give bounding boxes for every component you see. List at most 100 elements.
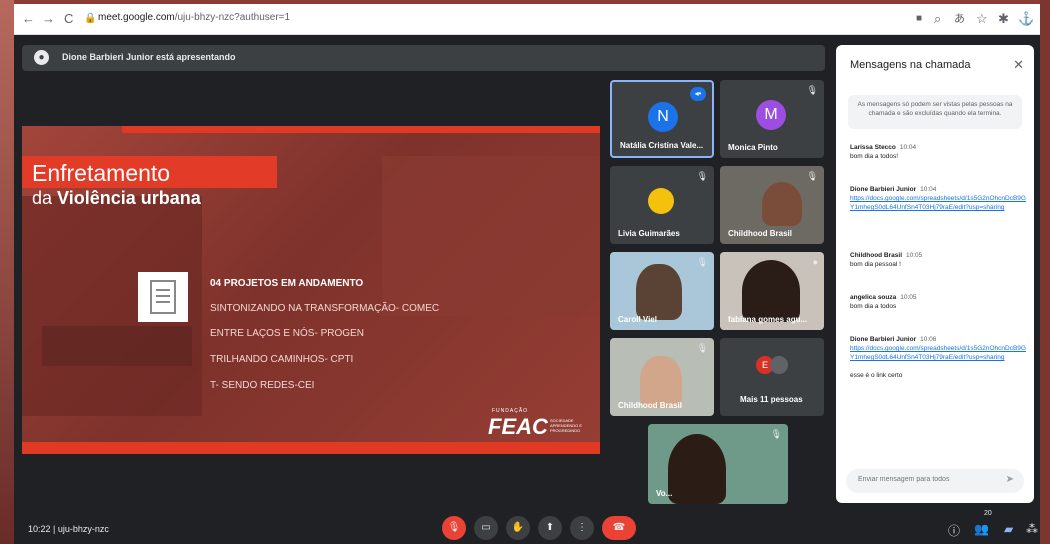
participant-tile[interactable]: 🎙 Livia Guimarães xyxy=(610,166,714,244)
chat-message: Dione Barbieri Junior 10:06 https://docs.… xyxy=(850,335,1026,380)
mic-muted-icon: 🎙 xyxy=(770,429,782,439)
self-view-tile[interactable]: 🎙 Vo... xyxy=(648,424,788,504)
meeting-info: 10:22 | uju-bhzy-nzc xyxy=(28,524,109,534)
camera-icon[interactable]: ■ xyxy=(916,11,922,27)
chat-input-box[interactable]: ➤ xyxy=(846,469,1024,493)
raise-hand-button[interactable]: ✋ xyxy=(506,516,530,540)
participant-tile[interactable]: 🎙 Childhood Brasil xyxy=(610,338,714,416)
avatar: N xyxy=(648,102,678,132)
feac-logo: FUNDAÇÃO FEAC SOCIEDADE APRENDENDO E PRO… xyxy=(474,408,594,442)
avatar xyxy=(648,188,674,214)
participant-tile[interactable]: 🎙 M Monica Pinto xyxy=(720,80,824,158)
url-host: meet.google.com xyxy=(98,12,175,23)
presenting-banner: ● Dione Barbieri Junior está apresentand… xyxy=(22,45,825,71)
avatar: M xyxy=(756,100,786,130)
message-sender: Dione Barbieri Junior xyxy=(850,186,917,193)
chat-input[interactable] xyxy=(856,475,1000,484)
participant-video xyxy=(762,182,802,226)
document-icon xyxy=(150,280,176,314)
participant-video xyxy=(668,434,726,504)
participant-name: fabiana gomes agu... xyxy=(728,315,808,324)
close-icon[interactable]: ✕ xyxy=(1013,57,1024,73)
participant-name: Vo... xyxy=(656,489,673,498)
slide-subtitle: da Violência urbana xyxy=(32,188,201,209)
message-time: 10:04 xyxy=(899,144,917,151)
lock-icon[interactable]: 🔒 xyxy=(84,11,96,27)
message-text: bom dia a todos! xyxy=(850,153,899,160)
send-icon[interactable]: ➤ xyxy=(1006,474,1014,485)
forward-icon[interactable]: → xyxy=(42,11,55,27)
message-time: 10:05 xyxy=(900,294,917,301)
participant-tile[interactable]: ● fabiana gomes agu... xyxy=(720,252,824,330)
message-time: 10:04 xyxy=(920,186,937,193)
mic-off-button[interactable]: 🎙 xyxy=(442,516,466,540)
presenting-text: Dione Barbieri Junior está apresentando xyxy=(62,52,236,62)
project-item: SINTONIZANDO NA TRANSFORMAÇÃO- COMEC xyxy=(210,303,440,314)
speaking-indicator-icon: ◂• xyxy=(690,87,706,101)
chat-message: angelica souza 10:05 bom dia a todos xyxy=(850,293,1026,311)
more-participants-tile[interactable]: E Mais 11 pessoas xyxy=(720,338,824,416)
camera-icon: ▭ xyxy=(481,522,491,533)
profile-icon[interactable]: ⚓ xyxy=(1018,11,1034,27)
browser-window: ← → C 🔒 meet.google.com/uju-bhzy-nzc?aut… xyxy=(14,4,1040,544)
more-participants-label: Mais 11 pessoas xyxy=(740,395,803,404)
logo-side-text: SOCIEDADE APRENDENDO E PROGREDINDO xyxy=(550,418,583,433)
message-link[interactable]: https://docs.google.com/spreadsheets/d/1… xyxy=(850,195,1026,211)
participant-name: Childhood Brasil xyxy=(618,401,682,410)
avatar xyxy=(770,356,788,374)
leave-call-button[interactable]: ☎ xyxy=(602,516,636,540)
participant-count: 20 xyxy=(984,510,992,517)
meeting-controls-bar: 10:22 | uju-bhzy-nzc 🎙 ▭ ✋ ⬆ ⋮ ☎ ⓘ 👥 20 … xyxy=(14,508,1040,544)
activities-icon[interactable]: ⁂ xyxy=(1026,522,1038,536)
chat-icon[interactable]: ▰ xyxy=(1004,522,1013,536)
chat-message: Larissa Stecco 10:04 bom dia a todos! xyxy=(850,143,1026,161)
participant-tile[interactable]: 🎙 Childhood Brasil xyxy=(720,166,824,244)
logo-main-text: FEAC xyxy=(488,414,548,439)
bookmark-star-icon[interactable]: ☆ xyxy=(976,11,988,27)
chat-title: Mensagens na chamada xyxy=(850,59,971,71)
zoom-icon[interactable]: ⌕ xyxy=(934,11,941,27)
reload-icon[interactable]: C xyxy=(64,11,73,27)
present-button[interactable]: ⬆ xyxy=(538,516,562,540)
chat-panel: Mensagens na chamada ✕ As mensagens só p… xyxy=(836,45,1034,503)
message-text: esse é o link certo xyxy=(850,372,903,379)
participant-video xyxy=(636,264,682,320)
mic-muted-icon: 🎙 xyxy=(696,257,708,267)
address-bar[interactable]: meet.google.com/uju-bhzy-nzc?authuser=1 xyxy=(98,12,290,23)
extension-icon[interactable]: ✱ xyxy=(998,11,1009,27)
message-sender: Childhood Brasil xyxy=(850,252,902,259)
people-icon[interactable]: 👥 xyxy=(974,522,989,536)
message-link[interactable]: https://docs.google.com/spreadsheets/d/1… xyxy=(850,345,1026,361)
camera-button[interactable]: ▭ xyxy=(474,516,498,540)
document-tile xyxy=(138,272,188,322)
more-options-button[interactable]: ⋮ xyxy=(570,516,594,540)
slide-subtitle-prefix: da xyxy=(32,188,58,208)
translate-icon[interactable]: あ xyxy=(954,11,965,27)
back-icon[interactable]: ← xyxy=(22,11,35,27)
participant-tile[interactable]: ◂• N Natália Cristina Vale... xyxy=(610,80,714,158)
info-separator: | xyxy=(53,524,56,534)
present-icon: ⬆ xyxy=(545,522,555,533)
url-path: /uju-bhzy-nzc?authuser=1 xyxy=(174,12,291,23)
presentation-slide: Enfretamento da Violência urbana 04 PROJ… xyxy=(22,126,600,454)
slide-subtitle-bold: Violência urbana xyxy=(57,188,201,208)
slide-photo-bg xyxy=(382,156,600,316)
meeting-time: 10:22 xyxy=(28,524,51,534)
message-sender: Larissa Stecco xyxy=(850,144,896,151)
message-text: bom dia a todos xyxy=(850,303,897,310)
chat-info-note: As mensagens só podem ser vistas pelas p… xyxy=(848,95,1022,129)
presenter-avatar-icon: ● xyxy=(34,50,49,65)
info-icon[interactable]: ⓘ xyxy=(948,522,960,539)
message-sender: Dione Barbieri Junior xyxy=(850,336,917,343)
mic-muted-icon: 🎙 xyxy=(696,171,708,181)
more-vert-icon: ⋮ xyxy=(577,522,587,533)
project-item: T- SENDO REDES-CEI xyxy=(210,380,315,391)
hangup-icon: ☎ xyxy=(612,522,626,533)
chat-message: Childhood Brasil 10:05 bom dia pessoal ! xyxy=(850,251,1026,269)
chat-message: Dione Barbieri Junior 10:04 https://docs.… xyxy=(850,185,1026,212)
message-time: 10:05 xyxy=(906,252,923,259)
browser-toolbar: ← → C 🔒 meet.google.com/uju-bhzy-nzc?aut… xyxy=(14,4,1040,35)
participant-name: Caroll Viel xyxy=(618,315,657,324)
mic-off-icon: 🎙 xyxy=(447,522,461,533)
participant-tile[interactable]: 🎙 Caroll Viel xyxy=(610,252,714,330)
